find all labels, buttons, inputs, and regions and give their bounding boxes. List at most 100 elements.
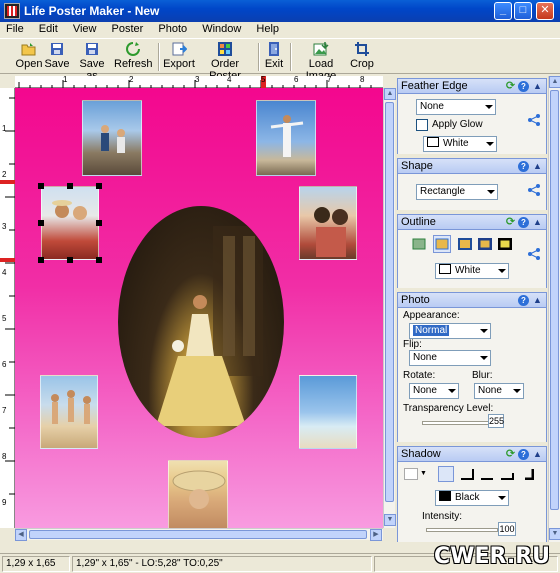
resize-handle[interactable] [38,183,44,189]
collapse-icon[interactable]: ▲ [532,161,543,172]
shadow-none-option[interactable] [404,468,418,480]
intensity-slider[interactable] [426,528,498,532]
maximize-button[interactable]: □ [514,2,532,20]
shape-header[interactable]: Shape ? ▲ [398,159,546,174]
exit-button[interactable]: Exit [263,41,285,73]
shadow-style-selected[interactable] [438,466,454,482]
close-button[interactable]: ✕ [536,2,554,20]
save-as-button[interactable]: Save as [73,41,111,82]
glow-color-select[interactable]: White [423,136,497,152]
shadow-bottom-right-icon[interactable] [500,468,514,480]
help-icon[interactable]: ? [518,449,529,460]
scroll-thumb[interactable] [550,90,559,510]
rotate-select[interactable]: None [409,383,459,399]
poster-canvas[interactable] [15,88,383,528]
poster-photo[interactable] [299,186,357,260]
menu-window[interactable]: Window [196,22,247,35]
help-icon[interactable]: ? [518,81,529,92]
poster-photo[interactable] [256,100,316,176]
menu-help[interactable]: Help [250,22,285,35]
chevron-down-icon [483,185,497,199]
resize-handle[interactable] [96,183,102,189]
photo-header[interactable]: Photo ? ▲ [398,293,546,308]
outline-style-thick-icon[interactable] [478,238,492,250]
refresh-icon[interactable]: ⟳ [505,449,516,460]
poster-photo-oval[interactable] [118,206,284,438]
order-poster-button[interactable]: Order Poster [198,41,252,82]
outline-header[interactable]: Outline ⟳ ? ▲ [398,215,546,230]
shadow-header[interactable]: Shadow ⟳ ? ▲ [398,447,546,462]
resize-handle[interactable] [38,220,44,226]
poster-photo[interactable] [82,100,142,176]
save-button[interactable]: Save [44,41,70,73]
link-nodes-icon[interactable] [526,246,542,262]
scroll-right-arrow[interactable]: ▶ [370,529,382,541]
poster-photo[interactable] [168,460,228,528]
intensity-value[interactable]: 100 [498,522,516,536]
export-button[interactable]: Export [163,41,195,73]
feather-edge-header[interactable]: Feather Edge ⟳ ? ▲ [398,79,546,94]
appearance-select[interactable]: Normal [409,323,491,339]
outline-style-selected[interactable] [433,235,451,253]
load-image-button[interactable]: Load Image [297,41,345,82]
resize-handle[interactable] [67,257,73,263]
toolbar-separator [258,43,260,71]
collapse-icon[interactable]: ▲ [532,217,543,228]
outline-style-heavy-icon[interactable] [498,238,512,250]
shape-select[interactable]: Rectangle [416,184,498,200]
resize-handle[interactable] [96,257,102,263]
outline-color-select[interactable]: White [435,263,509,279]
crop-button[interactable]: Crop [349,41,375,73]
scroll-up-arrow[interactable]: ▲ [549,76,560,88]
panel-scrollbar[interactable]: ▲ ▼ [548,76,560,542]
collapse-icon[interactable]: ▲ [532,449,543,460]
link-nodes-icon[interactable] [526,182,542,198]
shadow-bottom-icon[interactable] [480,468,494,480]
refresh-icon[interactable]: ⟳ [505,81,516,92]
help-icon[interactable]: ? [518,161,529,172]
resize-handle[interactable] [96,220,102,226]
poster-photo[interactable] [40,375,98,449]
scroll-down-arrow[interactable]: ▼ [384,514,396,526]
collapse-icon[interactable]: ▲ [532,295,543,306]
menu-view[interactable]: View [67,22,103,35]
poster-photo-selected[interactable] [41,186,99,260]
minimize-button[interactable]: _ [494,2,512,20]
transparency-slider[interactable] [422,421,492,425]
blur-select[interactable]: None [474,383,524,399]
shadow-color-select[interactable]: Black [435,490,509,506]
shadow-corner-icon[interactable] [520,468,534,480]
menu-photo[interactable]: Photo [152,22,193,35]
link-nodes-icon[interactable] [526,112,542,128]
help-icon[interactable]: ? [518,295,529,306]
color-swatch [439,264,451,274]
outline-style-medium-icon[interactable] [458,238,472,250]
open-button[interactable]: Open [14,41,44,73]
exit-label: Exit [264,58,284,70]
scroll-thumb[interactable] [385,102,394,502]
feather-mode-select[interactable]: None [416,99,496,115]
flip-select[interactable]: None [409,350,491,366]
poster-background[interactable] [15,88,383,528]
transparency-value[interactable]: 255 [488,414,504,428]
shadow-bottom-left-icon[interactable] [460,468,474,480]
refresh-icon[interactable]: ⟳ [505,217,516,228]
canvas-vertical-scrollbar[interactable]: ▲ ▼ [383,88,396,528]
menu-edit[interactable]: Edit [33,22,64,35]
help-icon[interactable]: ? [518,217,529,228]
collapse-icon[interactable]: ▲ [532,81,543,92]
refresh-button[interactable]: Refresh [114,41,153,73]
resize-handle[interactable] [67,183,73,189]
scroll-thumb[interactable] [29,530,367,539]
canvas-horizontal-scrollbar[interactable]: ◀ ▶ [15,528,383,541]
apply-glow-checkbox[interactable] [416,119,428,131]
chevron-down-icon[interactable]: ▼ [420,470,427,477]
menu-poster[interactable]: Poster [106,22,150,35]
menu-file[interactable]: File [0,22,30,35]
scroll-down-arrow[interactable]: ▼ [549,528,560,540]
scroll-up-arrow[interactable]: ▲ [384,88,396,100]
outline-style-none-icon[interactable] [412,238,426,250]
poster-photo[interactable] [299,375,357,449]
scroll-left-arrow[interactable]: ◀ [15,529,27,541]
resize-handle[interactable] [38,257,44,263]
